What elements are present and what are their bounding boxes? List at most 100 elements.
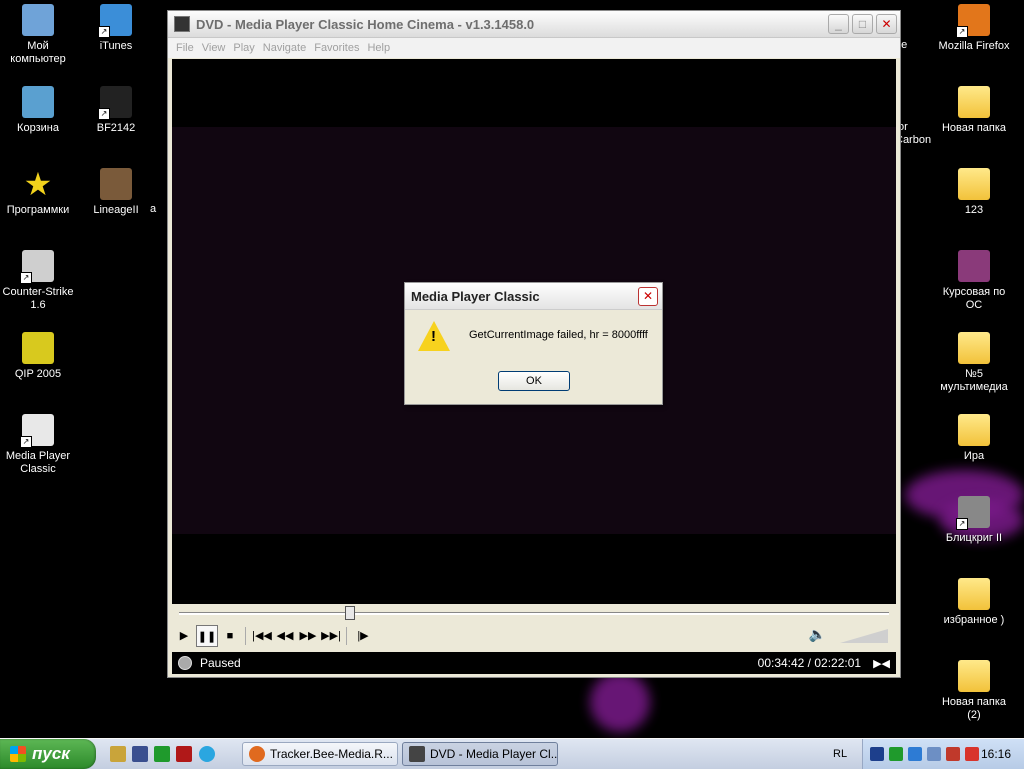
task-label: DVD - Media Player Cl... bbox=[430, 747, 558, 761]
folder-icon bbox=[958, 86, 990, 118]
volume-icon[interactable] bbox=[946, 747, 960, 761]
play-button[interactable]: ▶ bbox=[173, 625, 195, 647]
firefox-icon bbox=[249, 746, 265, 762]
folder-icon bbox=[958, 660, 990, 692]
desktop-icon[interactable]: Ира bbox=[936, 414, 1012, 463]
desktop-icon-label: 123 bbox=[964, 204, 984, 216]
menu-file[interactable]: File bbox=[176, 42, 194, 54]
desktop-icon-label: QIP 2005 bbox=[14, 368, 62, 380]
menu-help[interactable]: Help bbox=[367, 42, 390, 54]
menu-play[interactable]: Play bbox=[233, 42, 254, 54]
dialog-close-button[interactable]: ✕ bbox=[638, 286, 658, 306]
desktop-icon-label: Новая папка bbox=[941, 122, 1007, 134]
start-button[interactable]: пуск bbox=[0, 739, 96, 769]
start-label: пуск bbox=[32, 744, 70, 763]
desktop-icon-label: LineageII bbox=[93, 204, 139, 216]
quicklaunch-icon[interactable] bbox=[110, 746, 126, 762]
tray-icon[interactable] bbox=[965, 747, 979, 761]
task-firefox[interactable]: Tracker.Bee-Media.R... bbox=[242, 742, 398, 766]
shortcut-arrow-icon: ↗ bbox=[98, 108, 110, 120]
qip-icon bbox=[22, 332, 54, 364]
film-icon bbox=[409, 746, 425, 762]
desktop-icon[interactable]: ↗ Блицкриг II bbox=[936, 496, 1012, 545]
speaker-icon[interactable]: 🔈 bbox=[809, 626, 826, 643]
cs-icon: ↗ bbox=[20, 250, 54, 284]
pause-button[interactable]: ❚❚ bbox=[196, 625, 218, 647]
desktop-icon[interactable]: Новая папка bbox=[936, 86, 1012, 135]
windows-logo-icon bbox=[10, 746, 26, 762]
maximize-button[interactable]: □ bbox=[852, 14, 873, 34]
desktop-icon-label: Блицкриг II bbox=[945, 532, 1003, 544]
system-tray: 16:16 bbox=[862, 739, 1024, 769]
window-title: DVD - Media Player Classic Home Cinema -… bbox=[196, 16, 535, 32]
desktop-icon[interactable]: Корзина bbox=[0, 86, 76, 135]
desktop-icon[interactable]: Курсовая по ОС bbox=[936, 250, 1012, 312]
next-chapter-button[interactable]: ▶▶| bbox=[320, 625, 342, 647]
computer-icon bbox=[22, 4, 54, 36]
seek-knob[interactable] bbox=[345, 606, 356, 620]
task-label: Tracker.Bee-Media.R... bbox=[270, 747, 393, 761]
volume-slider[interactable] bbox=[840, 629, 890, 643]
warning-icon-mark: ! bbox=[431, 328, 436, 345]
clock: 16:16 bbox=[980, 747, 1011, 761]
quicklaunch-icon[interactable] bbox=[132, 746, 148, 762]
desktop-icon[interactable]: 123 bbox=[936, 168, 1012, 217]
taskbar: пуск Tracker.Bee-Media.R... DVD - Media … bbox=[0, 738, 1024, 769]
rewind-button[interactable]: ◀◀ bbox=[274, 625, 296, 647]
star-icon: ★ bbox=[23, 166, 53, 202]
tray-icon[interactable] bbox=[889, 747, 903, 761]
desktop-icon[interactable]: LineageII bbox=[78, 168, 154, 217]
partial-desktop-label[interactable]: for Carbon bbox=[895, 121, 935, 147]
desktop-icon[interactable]: №5 мультимедиа bbox=[936, 332, 1012, 394]
aspect-icon[interactable]: ▶◀ bbox=[873, 657, 890, 670]
menu-view[interactable]: View bbox=[202, 42, 226, 54]
menu-favorites[interactable]: Favorites bbox=[314, 42, 359, 54]
frame-step-button[interactable]: |▶ bbox=[352, 625, 374, 647]
desktop-icon[interactable]: QIP 2005 bbox=[0, 332, 76, 381]
tray-icon[interactable] bbox=[870, 747, 884, 761]
menu-navigate[interactable]: Navigate bbox=[263, 42, 306, 54]
minimize-button[interactable]: _ bbox=[828, 14, 849, 34]
itunes-icon: ↗ bbox=[98, 4, 132, 38]
desktop-icon[interactable]: ↗ Counter-Strike 1.6 bbox=[0, 250, 76, 312]
dialog-message: GetCurrentImage failed, hr = 8000ffff bbox=[469, 329, 648, 341]
desktop-icon[interactable]: ↗ Mozilla Firefox bbox=[936, 4, 1012, 53]
desktop-icon-label: Ира bbox=[963, 450, 985, 462]
desktop-icon[interactable]: ↗ iTunes bbox=[78, 4, 154, 53]
desktop-icon-label: Мой компьютер bbox=[10, 40, 66, 65]
mpc-icon: ↗ bbox=[20, 414, 54, 448]
player-titlebar[interactable]: DVD - Media Player Classic Home Cinema -… bbox=[168, 11, 900, 38]
shortcut-arrow-icon: ↗ bbox=[20, 272, 32, 284]
desktop-icon-label: №5 мультимедиа bbox=[940, 368, 1008, 393]
desktop-icon-label: избранное ) bbox=[943, 614, 1005, 626]
quicklaunch-icon[interactable] bbox=[176, 746, 192, 762]
playback-controls: ▶ ❚❚ ■ |◀◀ ◀◀ ▶▶ ▶▶| |▶ 🔈 bbox=[172, 623, 896, 649]
desktop-icon[interactable]: ↗ Media Player Classic bbox=[0, 414, 76, 476]
desktop-icon[interactable]: Новая папка (2) bbox=[936, 660, 1012, 722]
skype-icon[interactable] bbox=[199, 746, 215, 762]
film-icon bbox=[174, 16, 190, 32]
quicklaunch-icon[interactable] bbox=[154, 746, 170, 762]
network-icon[interactable] bbox=[927, 747, 941, 761]
tray-icon[interactable] bbox=[908, 747, 922, 761]
language-indicator[interactable]: RL bbox=[833, 748, 847, 760]
task-player[interactable]: DVD - Media Player Cl... bbox=[402, 742, 558, 766]
lineage-icon bbox=[100, 168, 132, 200]
ok-button[interactable]: OK bbox=[498, 371, 570, 391]
seek-bar[interactable] bbox=[172, 605, 896, 621]
desktop-icon[interactable]: Мой компьютер bbox=[0, 4, 76, 66]
prev-chapter-button[interactable]: |◀◀ bbox=[251, 625, 273, 647]
bf-icon: ↗ bbox=[98, 86, 132, 120]
status-bar: Paused 00:34:42 / 02:22:01 ▶◀ bbox=[172, 652, 896, 674]
desktop-icon[interactable]: ↗ BF2142 bbox=[78, 86, 154, 135]
desktop-icon[interactable]: ★ Программки bbox=[0, 168, 76, 217]
stop-button[interactable]: ■ bbox=[219, 625, 241, 647]
desktop-icon-label: Программки bbox=[6, 204, 70, 216]
folder-icon bbox=[958, 168, 990, 200]
close-button[interactable]: ✕ bbox=[876, 14, 897, 34]
desktop-icon[interactable]: избранное ) bbox=[936, 578, 1012, 627]
dvd-icon bbox=[178, 656, 192, 670]
desktop-icon-label: BF2142 bbox=[96, 122, 136, 134]
fast-forward-button[interactable]: ▶▶ bbox=[297, 625, 319, 647]
dialog-titlebar[interactable]: Media Player Classic ✕ bbox=[405, 283, 662, 310]
